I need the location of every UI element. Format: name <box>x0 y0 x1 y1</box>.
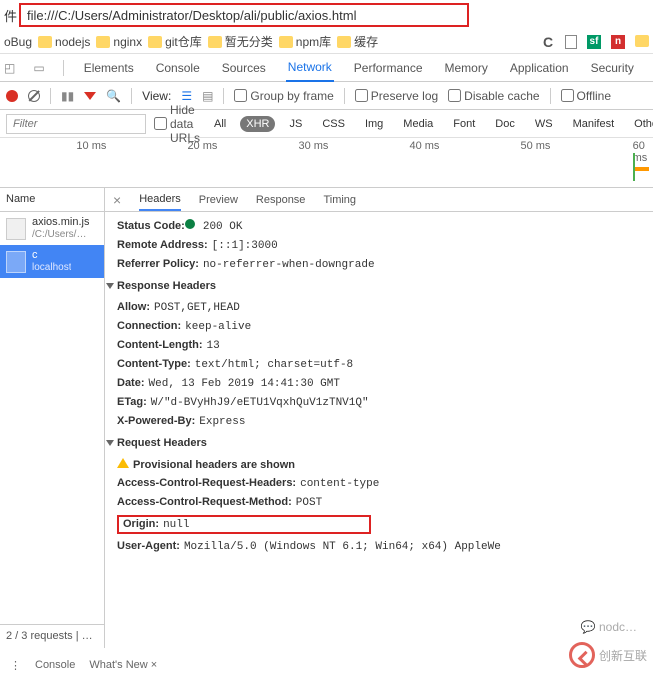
file-icon <box>6 218 26 240</box>
tab-performance[interactable]: Performance <box>352 55 425 81</box>
logo-icon <box>569 642 595 668</box>
view-list-icon[interactable]: ☰ <box>181 89 192 103</box>
drawer-console-tab[interactable]: Console <box>35 659 75 672</box>
status-ok-icon <box>185 219 195 229</box>
device-toggle-icon[interactable]: ▭ <box>33 61 44 75</box>
filter-xhr[interactable]: XHR <box>240 116 275 132</box>
network-timeline[interactable]: 10 ms 20 ms 30 ms 40 ms 50 ms 60 ms <box>0 138 653 188</box>
inspect-icon[interactable]: ◰ <box>4 61 15 75</box>
response-headers-section[interactable]: Response Headers <box>105 274 653 298</box>
detail-tab-preview[interactable]: Preview <box>199 190 238 210</box>
tab-elements[interactable]: Elements <box>82 55 136 81</box>
filter-other[interactable]: Other <box>628 116 653 132</box>
request-headers-section[interactable]: Request Headers <box>105 431 653 455</box>
ext-n-icon[interactable]: n <box>611 35 625 49</box>
detail-tab-headers[interactable]: Headers <box>139 189 181 211</box>
filter-ws[interactable]: WS <box>529 116 559 132</box>
request-detail-panel: × Headers Preview Response Timing Status… <box>105 188 653 628</box>
warning-icon <box>117 458 129 468</box>
tab-security[interactable]: Security <box>589 55 636 81</box>
watermark-text: 💬 nodc… <box>581 620 637 634</box>
filter-all[interactable]: All <box>208 116 232 132</box>
search-icon[interactable]: 🔍 <box>106 89 121 103</box>
triangle-icon <box>106 440 114 446</box>
bookmark-item[interactable]: 暂无分类 <box>208 33 273 50</box>
detail-tab-response[interactable]: Response <box>256 190 306 210</box>
offline-checkbox[interactable]: Offline <box>561 89 611 103</box>
status-bar: 2 / 3 requests | … <box>0 624 105 648</box>
folder-icon <box>208 36 222 48</box>
filter-doc[interactable]: Doc <box>489 116 521 132</box>
url-prefix: 件 <box>4 6 17 25</box>
record-button[interactable] <box>6 90 18 102</box>
folder-icon <box>96 36 110 48</box>
tab-console[interactable]: Console <box>154 55 202 81</box>
folder-icon <box>148 36 162 48</box>
filter-input[interactable] <box>6 114 146 134</box>
group-by-frame-checkbox[interactable]: Group by frame <box>234 89 333 103</box>
camera-icon[interactable]: ▮▮ <box>61 89 74 103</box>
filter-media[interactable]: Media <box>397 116 439 132</box>
drawer-tabs: ⋮ Console What's New × <box>10 659 157 672</box>
folder-icon <box>279 36 293 48</box>
bookmark-item[interactable]: 缓存 <box>337 33 378 50</box>
bookmark-item[interactable]: npm库 <box>279 33 331 50</box>
timeline-marker <box>633 153 641 181</box>
preserve-log-checkbox[interactable]: Preserve log <box>355 89 438 103</box>
filter-img[interactable]: Img <box>359 116 389 132</box>
ext-page-icon[interactable] <box>565 35 577 49</box>
request-item-selected[interactable]: clocalhost <box>0 245 104 278</box>
request-item[interactable]: axios.min.js/C:/Users/… <box>0 212 104 245</box>
bookmarks-bar: oBug nodejs nginx git仓库 暂无分类 npm库 缓存 C s… <box>0 30 653 54</box>
filter-bar: Hide data URLs All XHR JS CSS Img Media … <box>0 110 653 138</box>
name-column-header[interactable]: Name <box>0 188 104 212</box>
folder-icon <box>337 36 351 48</box>
watermark-logo: 创新互联 <box>569 642 647 668</box>
filter-css[interactable]: CSS <box>316 116 351 132</box>
bookmark-item[interactable]: nodejs <box>38 35 90 49</box>
view-wide-icon[interactable]: ▤ <box>202 89 213 103</box>
tab-network[interactable]: Network <box>286 54 334 82</box>
filter-font[interactable]: Font <box>447 116 481 132</box>
request-list: Name axios.min.js/C:/Users/… clocalhost <box>0 188 105 628</box>
origin-highlight: Origin:null <box>117 515 371 534</box>
provisional-warning: Provisional headers are shown <box>133 459 295 471</box>
folder-icon[interactable] <box>635 35 649 47</box>
tab-memory[interactable]: Memory <box>443 55 490 81</box>
folder-icon <box>38 36 52 48</box>
tab-application[interactable]: Application <box>508 55 571 81</box>
tab-sources[interactable]: Sources <box>220 55 268 81</box>
devtools-tab-bar: ◰ ▭ Elements Console Sources Network Per… <box>0 54 653 82</box>
filter-icon[interactable] <box>84 92 96 100</box>
detail-tab-timing[interactable]: Timing <box>323 190 356 210</box>
view-label: View: <box>142 89 171 103</box>
clear-button[interactable] <box>28 90 40 102</box>
close-detail-icon[interactable]: × <box>113 192 121 208</box>
disable-cache-checkbox[interactable]: Disable cache <box>448 89 539 103</box>
filter-manifest[interactable]: Manifest <box>567 116 621 132</box>
drawer-whatsnew-tab[interactable]: What's New × <box>89 659 157 672</box>
bookmark-item[interactable]: nginx <box>96 35 142 49</box>
bookmark-item[interactable]: oBug <box>4 35 32 49</box>
file-icon <box>6 251 26 273</box>
ext-c-icon[interactable]: C <box>541 35 555 49</box>
bookmark-item[interactable]: git仓库 <box>148 33 202 50</box>
url-input[interactable]: file:///C:/Users/Administrator/Desktop/a… <box>19 3 469 27</box>
triangle-icon <box>106 283 114 289</box>
network-toolbar: ▮▮ 🔍 View: ☰ ▤ Group by frame Preserve l… <box>0 82 653 110</box>
ext-sf-icon[interactable]: sf <box>587 35 601 49</box>
filter-js[interactable]: JS <box>283 116 308 132</box>
